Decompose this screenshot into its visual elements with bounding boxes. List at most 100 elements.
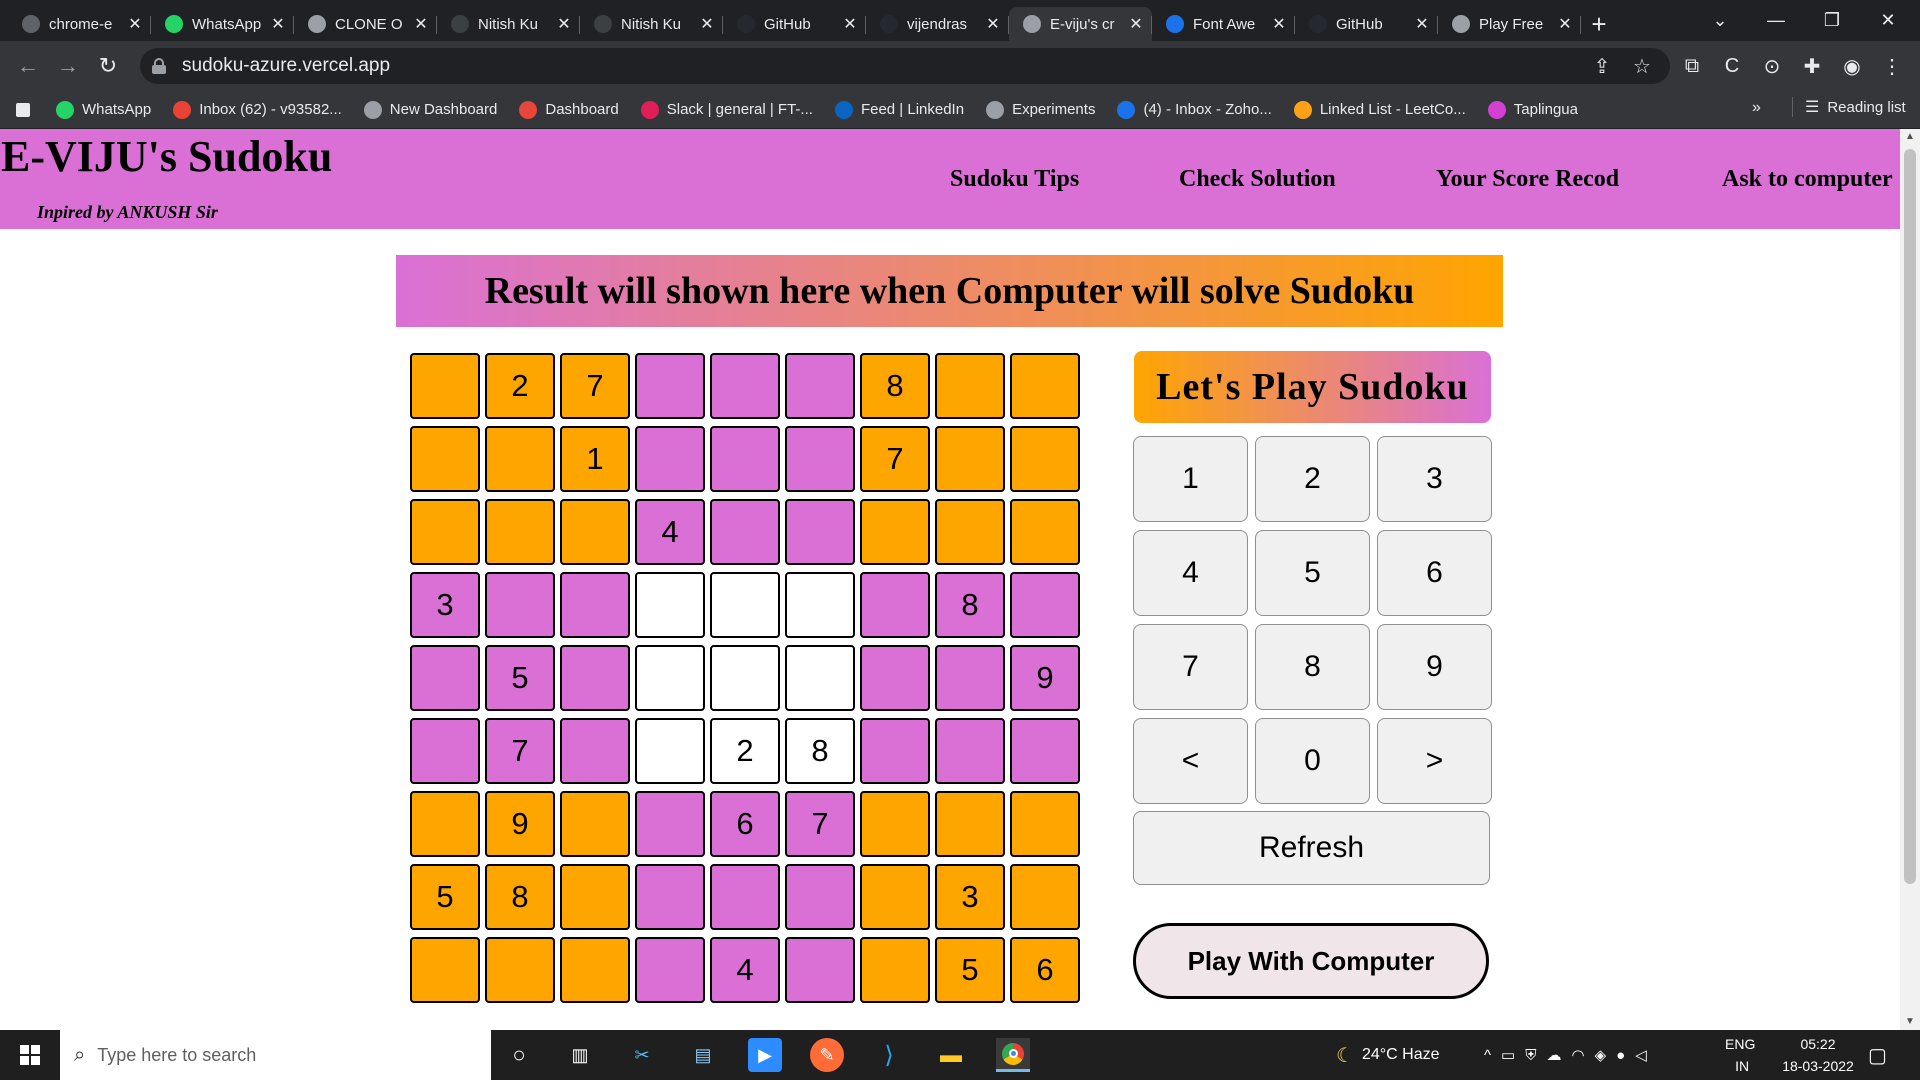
sudoku-cell[interactable] <box>710 864 780 930</box>
close-tab-icon[interactable]: ✕ <box>413 14 429 34</box>
sudoku-cell[interactable] <box>1010 718 1080 784</box>
bookmark-item[interactable]: Dashboard <box>519 100 619 119</box>
sudoku-cell[interactable] <box>410 791 480 857</box>
key-6-button[interactable]: 6 <box>1377 530 1492 616</box>
key-7-button[interactable]: 7 <box>1133 624 1248 710</box>
sudoku-cell[interactable] <box>935 791 1005 857</box>
sudoku-cell[interactable] <box>635 791 705 857</box>
sudoku-cell[interactable] <box>935 426 1005 492</box>
address-bar[interactable]: sudoku-azure.vercel.app <box>140 48 1670 84</box>
key-previous-button[interactable]: < <box>1133 718 1248 804</box>
sudoku-cell[interactable] <box>485 426 555 492</box>
sudoku-cell[interactable] <box>935 645 1005 711</box>
bookmark-item[interactable]: Experiments <box>986 100 1095 119</box>
extension-c-icon[interactable]: C <box>1714 48 1750 84</box>
sudoku-cell[interactable] <box>560 864 630 930</box>
sudoku-cell[interactable]: 8 <box>935 572 1005 638</box>
sudoku-cell[interactable]: 9 <box>485 791 555 857</box>
browser-tab[interactable]: Font Awe ✕ <box>1152 7 1295 41</box>
system-tray-icons[interactable]: ^ ▭ ⛨ ☁ ◠ ◈ ● ◁ <box>1484 1030 1657 1080</box>
close-tab-icon[interactable]: ✕ <box>127 14 143 34</box>
browser-tab[interactable]: GitHub ✕ <box>1295 7 1438 41</box>
bookmark-item[interactable]: Feed | LinkedIn <box>834 100 964 119</box>
sudoku-cell[interactable] <box>785 572 855 638</box>
sudoku-cell[interactable]: 8 <box>860 353 930 419</box>
bookmark-star-icon[interactable]: ☆ <box>1624 48 1660 84</box>
sudoku-cell[interactable]: 6 <box>1010 937 1080 1003</box>
close-tab-icon[interactable]: ✕ <box>1414 14 1430 34</box>
sudoku-cell[interactable] <box>785 499 855 565</box>
sudoku-cell[interactable] <box>485 937 555 1003</box>
sudoku-cell[interactable]: 6 <box>710 791 780 857</box>
sudoku-cell[interactable] <box>935 353 1005 419</box>
close-tab-icon[interactable]: ✕ <box>556 14 572 34</box>
sudoku-cell[interactable] <box>1010 499 1080 565</box>
clock[interactable]: 05:22 18-03-2022 <box>1770 1030 1866 1080</box>
sudoku-cell[interactable] <box>410 937 480 1003</box>
sudoku-cell[interactable]: 2 <box>485 353 555 419</box>
sudoku-cell[interactable] <box>785 426 855 492</box>
sudoku-cell[interactable] <box>860 499 930 565</box>
reading-list-button[interactable]: ☰ Reading list <box>1792 97 1906 117</box>
sudoku-cell[interactable] <box>1010 353 1080 419</box>
sudoku-cell[interactable]: 7 <box>785 791 855 857</box>
sudoku-cell[interactable] <box>785 353 855 419</box>
extension-toggle-icon[interactable]: ⊙ <box>1754 48 1790 84</box>
sudoku-cell[interactable] <box>410 353 480 419</box>
close-tab-icon[interactable]: ✕ <box>985 14 1001 34</box>
sudoku-cell[interactable]: 5 <box>935 937 1005 1003</box>
bookmarks-more-icon[interactable]: » <box>1752 99 1761 117</box>
sudoku-cell[interactable] <box>635 864 705 930</box>
close-tab-icon[interactable]: ✕ <box>270 14 286 34</box>
scrollbar-thumb[interactable] <box>1904 149 1916 884</box>
bookmark-item[interactable]: Taplingua <box>1487 100 1578 119</box>
close-tab-icon[interactable]: ✕ <box>842 14 858 34</box>
close-tab-icon[interactable]: ✕ <box>1271 14 1287 34</box>
sudoku-cell[interactable] <box>410 426 480 492</box>
sudoku-cell[interactable]: 7 <box>485 718 555 784</box>
sudoku-cell[interactable] <box>635 645 705 711</box>
browser-tab[interactable]: Nitish Ku ✕ <box>580 7 723 41</box>
reload-icon[interactable]: ↻ <box>88 46 128 86</box>
sudoku-cell[interactable] <box>560 791 630 857</box>
sudoku-cell[interactable] <box>710 572 780 638</box>
play-with-computer-button[interactable]: Play With Computer <box>1133 923 1489 999</box>
profile-avatar-icon[interactable]: ◉ <box>1834 48 1870 84</box>
minimize-button[interactable]: — <box>1748 0 1804 41</box>
sudoku-cell[interactable] <box>860 718 930 784</box>
sudoku-cell[interactable]: 7 <box>860 426 930 492</box>
back-icon[interactable]: ← <box>8 46 48 86</box>
key-2-button[interactable]: 2 <box>1255 436 1370 522</box>
sudoku-cell[interactable]: 7 <box>560 353 630 419</box>
tray-chevron-icon[interactable]: ^ <box>1484 1047 1501 1064</box>
bookmark-item[interactable]: (4) - Inbox - Zoho... <box>1117 100 1272 119</box>
nav-ask-computer[interactable]: Ask to computer <box>1722 166 1893 193</box>
sudoku-cell[interactable]: 3 <box>410 572 480 638</box>
key-5-button[interactable]: 5 <box>1255 530 1370 616</box>
scroll-down-icon[interactable]: ▼ <box>1900 1014 1920 1030</box>
sudoku-cell[interactable] <box>410 645 480 711</box>
page-scrollbar[interactable]: ▲ ▼ <box>1900 129 1920 1030</box>
bookmark-item[interactable]: Inbox (62) - v93582... <box>173 100 342 119</box>
sudoku-cell[interactable]: 8 <box>485 864 555 930</box>
key-1-button[interactable]: 1 <box>1133 436 1248 522</box>
extension-copy-icon[interactable]: ⧉ <box>1674 48 1710 84</box>
sudoku-cell[interactable]: 1 <box>560 426 630 492</box>
snipping-tool-icon[interactable]: ✂ <box>625 1038 659 1072</box>
browser-menu-icon[interactable]: ⋮ <box>1874 48 1910 84</box>
sudoku-cell[interactable] <box>560 718 630 784</box>
browser-tab[interactable]: WhatsApp ✕ <box>151 7 294 41</box>
taskbar-search-box[interactable]: ⌕ Type here to search <box>60 1030 491 1080</box>
notepad-icon[interactable]: ▤ <box>686 1038 720 1072</box>
sudoku-cell[interactable] <box>1010 572 1080 638</box>
close-window-button[interactable]: ✕ <box>1860 0 1916 41</box>
file-explorer-icon[interactable]: ▬ <box>934 1038 968 1072</box>
browser-tab[interactable]: E-viju's cr ✕ <box>1009 7 1152 41</box>
browser-tab[interactable]: GitHub ✕ <box>723 7 866 41</box>
nav-score-record[interactable]: Your Score Recod <box>1436 166 1619 193</box>
sudoku-cell[interactable] <box>1010 426 1080 492</box>
sudoku-cell[interactable] <box>635 937 705 1003</box>
sudoku-cell[interactable]: 5 <box>410 864 480 930</box>
sudoku-cell[interactable] <box>1010 791 1080 857</box>
sudoku-cell[interactable] <box>410 499 480 565</box>
